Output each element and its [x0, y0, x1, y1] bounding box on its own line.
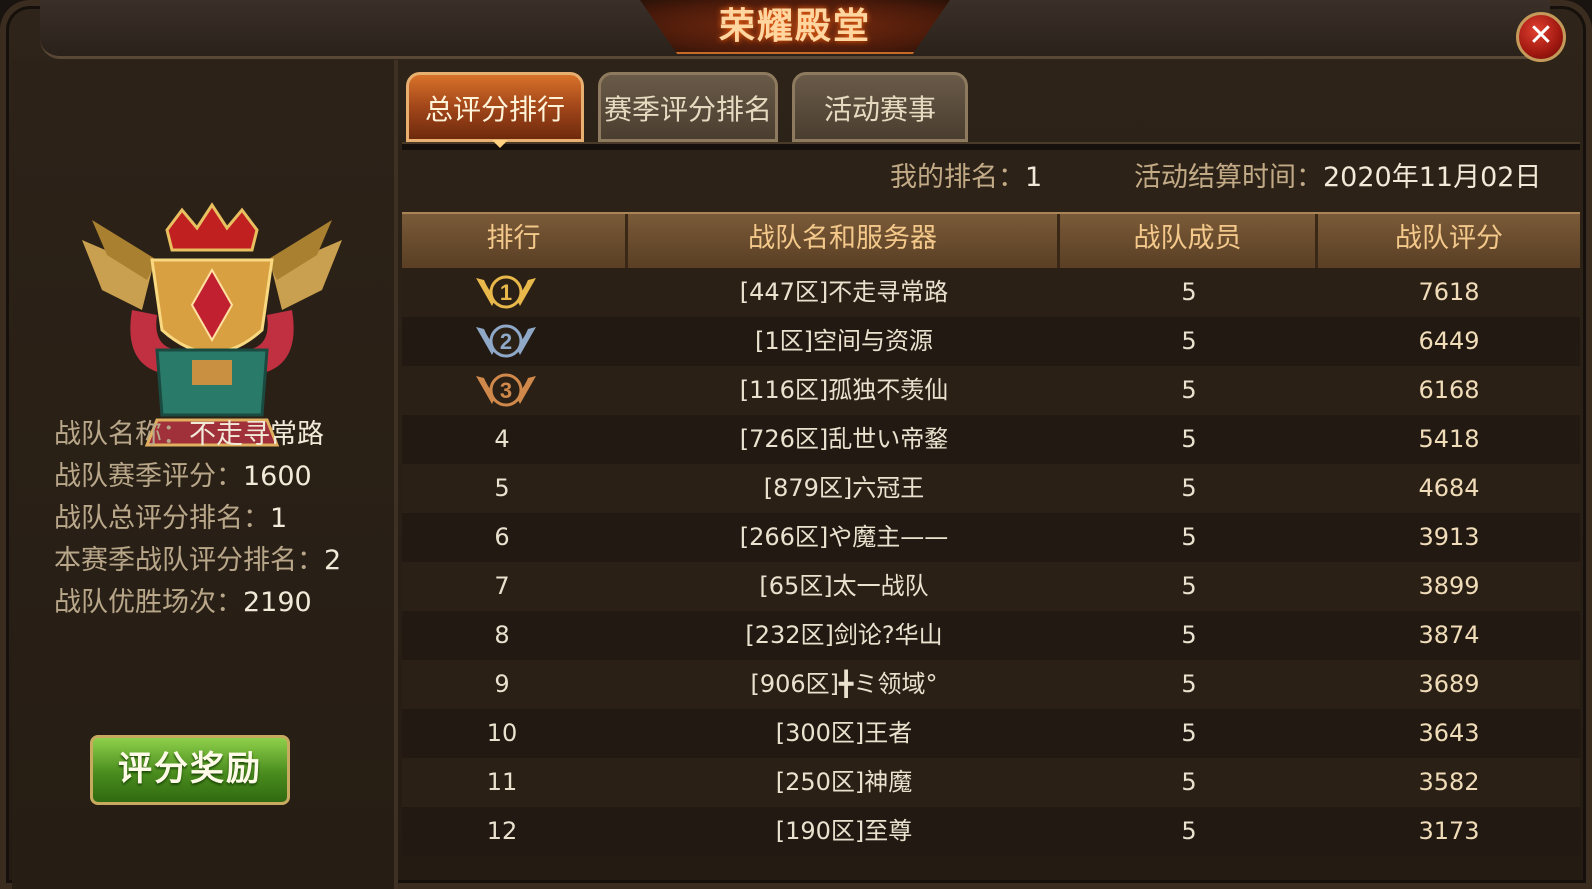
members-cell: 5 — [1181, 425, 1197, 453]
score-cell: 3689 — [1418, 670, 1480, 698]
column-header-score: 战队评分 — [1395, 223, 1503, 254]
team-server-cell: [65区]太一战队 — [759, 572, 929, 600]
members-cell: 5 — [1181, 719, 1197, 747]
team-server-cell: [906区]╋ミ领域° — [750, 670, 938, 698]
score-cell: 3173 — [1418, 817, 1480, 845]
column-header-rank: 排行 — [402, 214, 628, 268]
tab-season-score[interactable]: 赛季评分排名 — [598, 72, 778, 142]
score-cell: 6449 — [1418, 327, 1480, 355]
team-server-cell: [232区]剑论?华山 — [745, 621, 943, 649]
table-row[interactable]: 10 [300区]王者 5 3643 — [402, 709, 1580, 758]
wins-value: 2190 — [243, 587, 312, 618]
wins-label: 战队优胜场次： — [54, 587, 243, 618]
score-cell: 3913 — [1418, 523, 1480, 551]
members-cell: 5 — [1181, 768, 1197, 796]
score-cell: 3874 — [1418, 621, 1480, 649]
team-server-cell: [250区]神魔 — [775, 768, 913, 796]
tab-divider — [402, 142, 1580, 150]
season-score-line: 战队赛季评分：1600 — [54, 460, 312, 494]
rank-cell: 10 — [486, 719, 518, 747]
team-server-cell: [447区]不走寻常路 — [739, 278, 949, 306]
settle-time-label: 活动结算时间： — [1134, 162, 1323, 193]
table-row[interactable]: 9 [906区]╋ミ领域° 5 3689 — [402, 660, 1580, 709]
members-cell: 5 — [1181, 670, 1197, 698]
team-name-value: 不走寻常路 — [189, 419, 324, 450]
tab-total-score[interactable]: 总评分排行 — [406, 72, 584, 142]
ranking-panel: 总评分排行 赛季评分排名 活动赛事 我的排名：1 活动结算时间：2020年11月… — [402, 60, 1580, 889]
total-rank-line: 战队总评分排名：1 — [54, 502, 287, 536]
rank-medal-number: 1 — [500, 280, 512, 305]
column-header-members: 战队成员 — [1060, 214, 1318, 268]
team-server-cell: [1区]空间与资源 — [755, 327, 933, 355]
tab-events[interactable]: 活动赛事 — [792, 72, 968, 142]
table-row[interactable]: 11 [250区]神魔 5 3582 — [402, 758, 1580, 807]
rank-cell: 5 — [494, 474, 510, 502]
members-cell: 5 — [1181, 572, 1197, 600]
rank-cell: 12 — [486, 817, 518, 845]
active-tab-pointer — [492, 140, 508, 148]
rank-cell: 9 — [494, 670, 510, 698]
team-server-cell: [879区]六冠王 — [763, 474, 925, 502]
my-rank: 我的排名：1 — [890, 158, 1042, 198]
season-score-value: 1600 — [243, 461, 312, 492]
score-cell: 3582 — [1418, 768, 1480, 796]
season-rank-label: 本赛季战队评分排名： — [54, 545, 324, 576]
rank-bronze-medal-icon: 3 — [476, 373, 536, 407]
my-rank-value: 1 — [1025, 162, 1043, 193]
table-row[interactable]: 12 [190区]至尊 5 3173 — [402, 807, 1580, 856]
team-name-label: 战队名称： — [54, 419, 189, 450]
total-rank-label: 战队总评分排名： — [54, 503, 270, 534]
table-row[interactable]: 8 [232区]剑论?华山 5 3874 — [402, 611, 1580, 660]
rank-cell: 8 — [494, 621, 510, 649]
rank-silver-medal-icon: 2 — [476, 324, 536, 358]
members-cell: 5 — [1181, 376, 1197, 404]
score-cell: 4684 — [1418, 474, 1480, 502]
table-row[interactable]: 6 [266区]や魔主—— 5 3913 — [402, 513, 1580, 562]
settle-time: 活动结算时间：2020年11月02日 — [1134, 158, 1541, 198]
table-row[interactable]: 4 [726区]乱世い帝鍪 5 5418 — [402, 415, 1580, 464]
score-cell: 5418 — [1418, 425, 1480, 453]
team-name-line: 战队名称：不走寻常路 — [54, 418, 324, 452]
rank-cell: 4 — [494, 425, 510, 453]
season-score-label: 战队赛季评分： — [54, 461, 243, 492]
table-row[interactable]: 2 [1区]空间与资源 5 6449 — [402, 317, 1580, 366]
rank-gold-medal-icon: 1 — [476, 275, 536, 309]
season-rank-value: 2 — [324, 545, 342, 576]
column-header-team: 战队名和服务器 — [628, 214, 1060, 268]
team-server-cell: [116区]孤独不羡仙 — [739, 376, 949, 404]
score-cell: 7618 — [1418, 278, 1480, 306]
my-rank-label: 我的排名： — [890, 162, 1025, 193]
rank-cell: 7 — [494, 572, 510, 600]
table-row[interactable]: 7 [65区]太一战队 5 3899 — [402, 562, 1580, 611]
members-cell: 5 — [1181, 523, 1197, 551]
rank-cell: 6 — [494, 523, 510, 551]
rank-medal-number: 3 — [500, 378, 512, 403]
total-rank-value: 1 — [270, 503, 288, 534]
team-server-cell: [300区]王者 — [775, 719, 913, 747]
rank-cell: 11 — [486, 768, 518, 796]
settle-time-value: 2020年11月02日 — [1323, 162, 1542, 193]
team-server-cell: [266区]や魔主—— — [739, 523, 949, 551]
table-row[interactable]: 5 [879区]六冠王 5 4684 — [402, 464, 1580, 513]
score-cell: 3899 — [1418, 572, 1480, 600]
table-row[interactable]: 3 [116区]孤独不羡仙 5 6168 — [402, 366, 1580, 415]
members-cell: 5 — [1181, 327, 1197, 355]
members-cell: 5 — [1181, 621, 1197, 649]
team-server-cell: [726区]乱世い帝鍪 — [739, 425, 949, 453]
close-button[interactable]: ✕ — [1516, 12, 1566, 62]
wins-line: 战队优胜场次：2190 — [54, 586, 312, 620]
score-reward-button[interactable]: 评分奖励 — [90, 735, 290, 805]
close-icon: ✕ — [1528, 18, 1554, 53]
window-title: 荣耀殿堂 — [718, 5, 871, 47]
table-row[interactable]: 1 [447区]不走寻常路 5 7618 — [402, 268, 1580, 317]
score-cell: 6168 — [1418, 376, 1480, 404]
season-rank-line: 本赛季战队评分排名：2 — [54, 544, 341, 578]
team-server-cell: [190区]至尊 — [775, 817, 913, 845]
rank-medal-number: 2 — [500, 329, 512, 354]
members-cell: 5 — [1181, 474, 1197, 502]
members-cell: 5 — [1181, 817, 1197, 845]
score-cell: 3643 — [1418, 719, 1480, 747]
members-cell: 5 — [1181, 278, 1197, 306]
table-header: 排行 战队名和服务器 战队成员 战队评分 — [402, 212, 1580, 270]
